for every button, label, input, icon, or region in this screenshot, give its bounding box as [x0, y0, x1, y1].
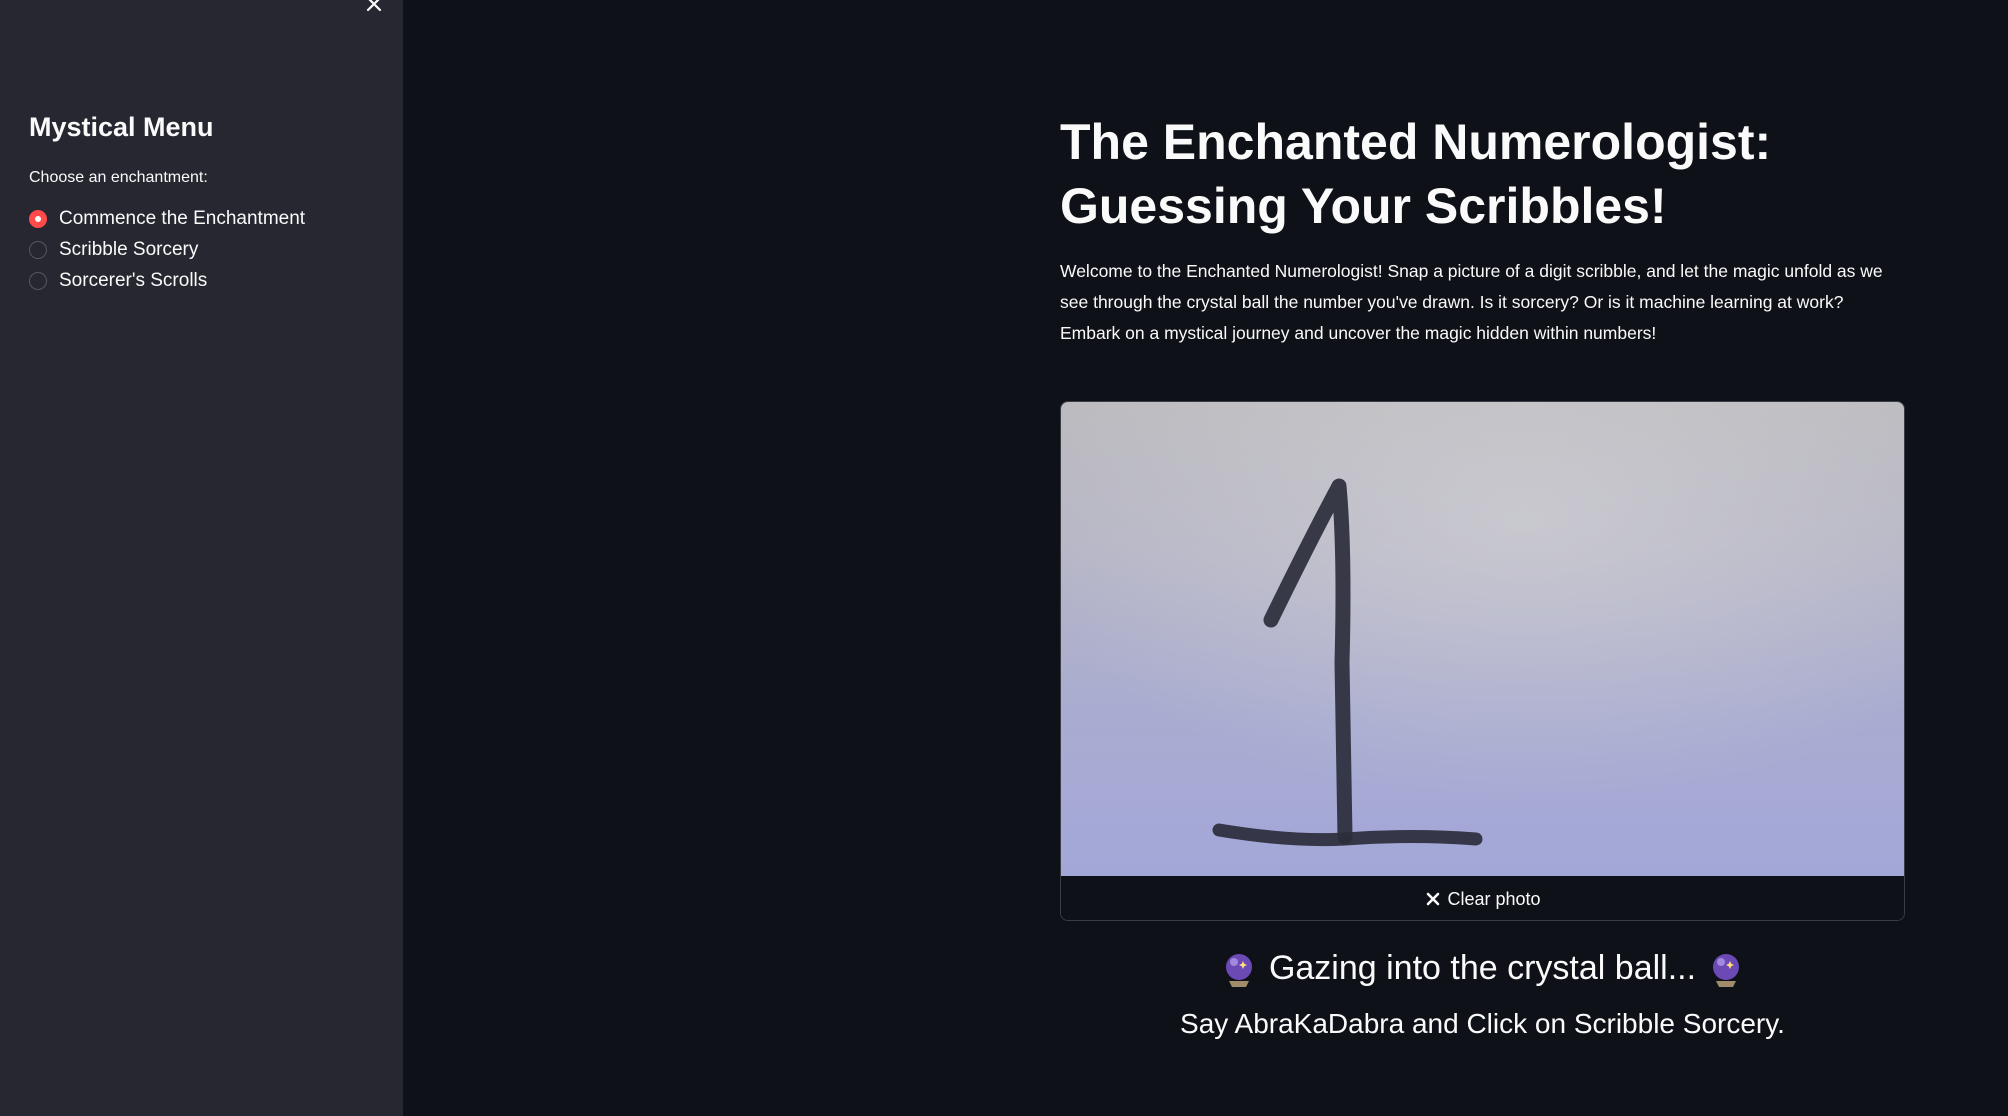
clear-photo-label: Clear photo: [1447, 888, 1541, 909]
enchantment-radio-group: Commence the Enchantment Scribble Sorcer…: [29, 203, 305, 296]
sidebar: Mystical Menu Choose an enchantment: Com…: [0, 0, 403, 1116]
close-icon: [1427, 892, 1440, 906]
clear-photo-button[interactable]: Clear photo: [1061, 876, 1904, 920]
radio-option-sorcerers-scrolls[interactable]: Sorcerer's Scrolls: [29, 265, 305, 296]
crystal-ball-icon: [1713, 954, 1740, 988]
camera-input-widget: Clear photo: [1060, 401, 1905, 921]
intro-paragraph: Welcome to the Enchanted Numerologist! S…: [1060, 261, 1883, 343]
radio-option-commence[interactable]: Commence the Enchantment: [29, 203, 305, 234]
close-icon: [366, 0, 382, 12]
status-text: Gazing into the crystal ball...: [1268, 949, 1697, 987]
instruction-text: Say AbraKaDabra and Click on Scribble So…: [1180, 1008, 1785, 1039]
radio-unselected-icon[interactable]: [29, 240, 47, 259]
radio-unselected-icon[interactable]: [29, 271, 47, 290]
handwritten-digit-image: [1061, 402, 1904, 876]
status-message: Gazing into the crystal ball...: [1060, 946, 1905, 990]
captured-photo: [1061, 402, 1904, 876]
close-sidebar-button[interactable]: [362, 0, 386, 16]
crystal-ball-icon: [1225, 954, 1252, 988]
radio-selected-icon[interactable]: [29, 209, 47, 228]
radio-option-label: Scribble Sorcery: [59, 238, 199, 260]
radio-option-scribble-sorcery[interactable]: Scribble Sorcery: [29, 234, 305, 265]
radio-group-label: Choose an enchantment:: [29, 169, 208, 186]
radio-option-label: Commence the Enchantment: [59, 207, 306, 229]
sidebar-title: Mystical Menu: [29, 112, 214, 142]
page-title: The Enchanted Numerologist: Guessing You…: [1060, 114, 1772, 234]
radio-option-label: Sorcerer's Scrolls: [59, 269, 208, 291]
